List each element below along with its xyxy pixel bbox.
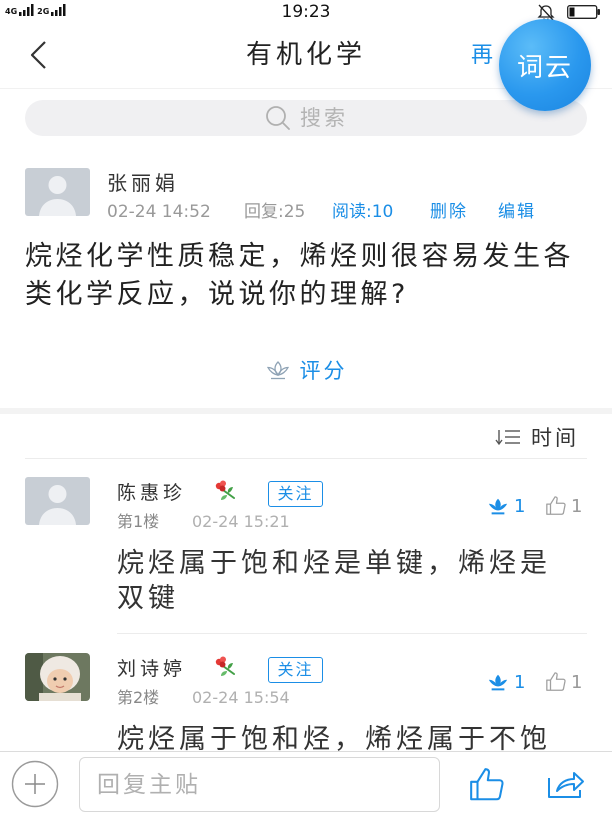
comment-time: 02-24 15:54 xyxy=(192,688,290,707)
comment-floor: 第2楼 xyxy=(117,688,160,707)
comment-like-count: 1 xyxy=(571,495,583,517)
search-icon xyxy=(266,106,290,130)
reply-input[interactable] xyxy=(79,757,440,812)
avatar[interactable] xyxy=(25,653,90,701)
lotus-outline-icon xyxy=(266,361,289,380)
status-time: 19:23 xyxy=(281,2,331,22)
search-bar[interactable]: 搜索 xyxy=(25,100,587,136)
sort-label: 时间 xyxy=(531,426,579,450)
word-cloud-button[interactable]: 词云 xyxy=(499,19,591,111)
comment-author[interactable]: 刘诗婷 xyxy=(117,657,186,681)
avatar[interactable] xyxy=(25,477,90,525)
sort-icon xyxy=(495,430,520,446)
battery-icon xyxy=(567,5,600,19)
nav-right-action[interactable]: 再 xyxy=(471,41,493,71)
comment-like-count: 1 xyxy=(571,671,583,693)
comment-time: 02-24 15:21 xyxy=(192,512,290,531)
plus-circle-icon[interactable] xyxy=(11,760,59,808)
comment-rating-count: 1 xyxy=(514,671,526,693)
thumbs-up-icon[interactable] xyxy=(466,766,508,804)
section-divider xyxy=(0,408,612,414)
reply-bar xyxy=(0,751,612,818)
comment-item: 陈惠珍 关注 第1楼 02-24 15:21 1 1 烷烃属于饱和烃是单键，烯烃… xyxy=(0,458,612,634)
lotus-filled-icon xyxy=(488,674,508,691)
post-time: 02-24 14:52 xyxy=(107,202,211,222)
comment-floor: 第1楼 xyxy=(117,512,160,531)
sort-by-time-button[interactable]: 时间 xyxy=(495,424,579,450)
search-placeholder: 搜索 xyxy=(300,106,348,130)
comment-rate-button[interactable]: 1 xyxy=(486,494,525,518)
post-read-count[interactable]: 阅读:10 xyxy=(332,200,393,224)
comment-author[interactable]: 陈惠珍 xyxy=(117,481,186,505)
post-author[interactable]: 张丽娟 xyxy=(107,170,179,196)
delete-button[interactable]: 删除 xyxy=(430,200,468,224)
comment-rate-button[interactable]: 1 xyxy=(486,670,525,694)
share-icon[interactable] xyxy=(546,768,586,800)
flower-badge-icon xyxy=(215,480,235,500)
flower-badge-icon xyxy=(215,656,235,676)
comment-content: 烷烃属于饱和烃是单键，烯烃是双键 xyxy=(117,548,551,614)
comment-rating-count: 1 xyxy=(514,495,526,517)
default-avatar-icon xyxy=(25,477,90,525)
post-content: 烷烃化学性质稳定，烯烃则很容易发生各类化学反应，说说你的理解? xyxy=(25,241,574,310)
comment-like-button[interactable]: 1 xyxy=(544,670,582,694)
thumbs-up-icon xyxy=(546,672,566,691)
default-avatar-icon xyxy=(25,168,90,216)
comment-like-button[interactable]: 1 xyxy=(544,494,582,518)
post-reply-count: 回复:25 xyxy=(244,202,306,222)
user-photo-avatar xyxy=(25,653,90,701)
lotus-filled-icon xyxy=(488,498,508,515)
thumbs-up-icon xyxy=(546,496,566,515)
rate-button[interactable]: 评分 xyxy=(0,356,612,384)
avatar[interactable] xyxy=(25,168,90,216)
follow-button[interactable]: 关注 xyxy=(268,481,323,507)
edit-button[interactable]: 编辑 xyxy=(498,200,536,224)
follow-button[interactable]: 关注 xyxy=(268,657,323,683)
rate-label: 评分 xyxy=(299,359,348,383)
